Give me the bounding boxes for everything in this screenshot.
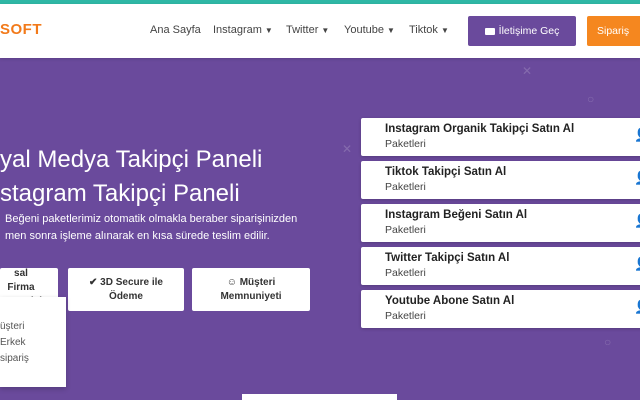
bottom-card-edge bbox=[242, 394, 397, 400]
nav-instagram-label: Instagram bbox=[213, 24, 262, 36]
check-icon: ✔ bbox=[89, 276, 101, 288]
package-card-instagram-likes[interactable]: Instagram Beğeni Satın Al Paketleri 👤 bbox=[361, 204, 640, 242]
hero-title-line1: yal Medya Takipçi Paneli bbox=[0, 146, 263, 173]
nav-twitter-label: Twitter bbox=[286, 24, 319, 36]
decoration-cross-icon: ✕ bbox=[522, 64, 533, 78]
user-icon: 👤 bbox=[634, 170, 640, 186]
user-icon: 👤 bbox=[634, 299, 640, 315]
package-subtitle: Paketleri bbox=[385, 138, 426, 150]
decoration-circle-icon: ○ bbox=[604, 335, 612, 349]
badge-3d-secure-line2: Ödeme bbox=[109, 290, 143, 302]
hero-title-line2: stagram Takipçi Paneli bbox=[0, 180, 240, 207]
chevron-down-icon: ▼ bbox=[264, 26, 273, 35]
order-button-label: Sipariş bbox=[597, 25, 630, 37]
dropdown-item[interactable]: sipariş bbox=[0, 353, 29, 364]
chevron-down-icon: ▼ bbox=[386, 26, 395, 35]
package-title: Youtube Abone Satın Al bbox=[385, 295, 515, 307]
decoration-cross-icon: ✕ bbox=[342, 142, 353, 156]
package-card-twitter-followers[interactable]: Twitter Takipçi Satın Al Paketleri 👤 bbox=[361, 247, 640, 285]
package-card-instagram-followers[interactable]: Instagram Organik Takipçi Satın Al Paket… bbox=[361, 118, 640, 156]
badge-customer-satisfaction: ☺ Müşteri Memnuniyeti bbox=[192, 268, 310, 311]
badge-3d-secure: ✔ 3D Secure ile Ödeme bbox=[68, 268, 184, 311]
nav-tiktok[interactable]: Tiktok ▼ bbox=[409, 24, 449, 36]
badge-satisfaction-line2: Memnuniyeti bbox=[220, 290, 282, 302]
package-subtitle: Paketleri bbox=[385, 224, 426, 236]
site-logo[interactable]: SOFT bbox=[0, 21, 42, 38]
nav-instagram[interactable]: Instagram ▼ bbox=[213, 24, 273, 36]
user-icon: 👤 bbox=[634, 213, 640, 229]
nav-youtube[interactable]: Youtube ▼ bbox=[344, 24, 395, 36]
dropdown-item[interactable]: Erkek bbox=[0, 337, 26, 348]
dropdown-item[interactable]: üşteri bbox=[0, 321, 24, 332]
package-subtitle: Paketleri bbox=[385, 181, 426, 193]
nav-home-label: Ana Sayfa bbox=[150, 24, 201, 36]
nav-twitter[interactable]: Twitter ▼ bbox=[286, 24, 329, 36]
envelope-icon bbox=[484, 27, 495, 35]
chevron-down-icon: ▼ bbox=[321, 26, 330, 35]
order-button[interactable]: Sipariş bbox=[587, 16, 640, 46]
dropdown-menu: üşteri Erkek sipariş bbox=[0, 297, 66, 387]
hero-description-line2: men sonra işleme alınarak en kısa sürede… bbox=[5, 230, 270, 242]
user-icon: 👤 bbox=[634, 127, 640, 143]
badge-firm-line1: sal Firma bbox=[7, 268, 35, 293]
decoration-circle-icon: ○ bbox=[587, 92, 595, 106]
package-title: Instagram Beğeni Satın Al bbox=[385, 209, 528, 221]
package-title: Twitter Takipçi Satın Al bbox=[385, 252, 510, 264]
package-title: Tiktok Takipçi Satın Al bbox=[385, 166, 507, 178]
chevron-down-icon: ▼ bbox=[440, 26, 449, 35]
badge-satisfaction-line1: ☺ Müşteri bbox=[226, 276, 276, 288]
badge-3d-secure-line1: ✔ 3D Secure ile bbox=[89, 276, 163, 288]
contact-button-label: İletişime Geç bbox=[498, 25, 560, 37]
nav-youtube-label: Youtube bbox=[344, 24, 384, 36]
package-subtitle: Paketleri bbox=[385, 267, 426, 279]
nav-tiktok-label: Tiktok bbox=[409, 24, 438, 36]
contact-button[interactable]: İletişime Geç bbox=[468, 16, 576, 46]
nav-home[interactable]: Ana Sayfa bbox=[150, 24, 201, 36]
user-icon: 👤 bbox=[634, 256, 640, 272]
smile-icon: ☺ bbox=[226, 276, 240, 288]
package-card-tiktok-followers[interactable]: Tiktok Takipçi Satın Al Paketleri 👤 bbox=[361, 161, 640, 199]
package-card-youtube-subscribers[interactable]: Youtube Abone Satın Al Paketleri 👤 bbox=[361, 290, 640, 328]
package-subtitle: Paketleri bbox=[385, 310, 426, 322]
package-title: Instagram Organik Takipçi Satın Al bbox=[385, 123, 575, 135]
navbar: SOFT Ana Sayfa Instagram ▼ Twitter ▼ Youtu… bbox=[0, 4, 640, 58]
hero-description-line1: Beğeni paketlerimiz otomatik olmakla ber… bbox=[5, 213, 298, 225]
